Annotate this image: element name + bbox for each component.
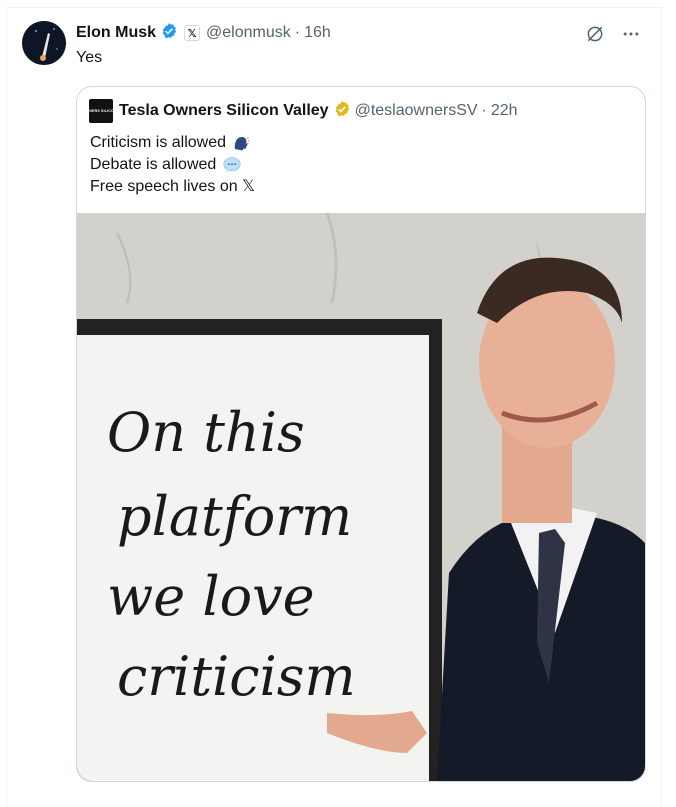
quoted-line: Free speech lives on 𝕏 xyxy=(90,176,255,198)
quoted-line: Criticism is allowed xyxy=(90,132,255,154)
quoted-line-text: Free speech lives on 𝕏 xyxy=(90,178,255,195)
quoted-author-name[interactable]: Tesla Owners Silicon Valley xyxy=(119,102,329,120)
separator-dot: · xyxy=(294,24,301,41)
quoted-header: TESLA OWNERS SILICON VALLEY Tesla Owners… xyxy=(77,99,518,123)
verified-badge-icon xyxy=(160,22,178,45)
author-handle[interactable]: @elonmusk xyxy=(206,24,291,42)
quoted-tweet[interactable]: TESLA OWNERS SILICON VALLEY Tesla Owners… xyxy=(76,86,646,782)
x-affiliate-badge-icon: 𝕏 xyxy=(184,25,201,41)
author-name[interactable]: Elon Musk xyxy=(76,24,156,42)
quoted-line: Debate is allowed xyxy=(90,154,255,176)
tweet-time[interactable]: 16h xyxy=(304,24,331,42)
quoted-text: Criticism is allowed Debate is allowed F… xyxy=(90,132,255,198)
grok-icon[interactable] xyxy=(584,23,606,45)
quoted-time[interactable]: 22h xyxy=(491,102,518,120)
quoted-avatar[interactable]: TESLA OWNERS SILICON VALLEY xyxy=(77,99,132,123)
whiteboard-line: criticism xyxy=(117,645,356,708)
author-avatar[interactable] xyxy=(22,21,66,65)
verified-gold-badge-icon xyxy=(333,100,351,123)
whiteboard-line: On this xyxy=(107,401,305,464)
whiteboard-line: platform xyxy=(117,485,352,548)
speaking-head-icon xyxy=(232,134,250,152)
speech-balloon-icon xyxy=(222,156,241,174)
whiteboard-line: we love xyxy=(107,565,315,628)
quoted-line-text: Criticism is allowed xyxy=(90,134,227,151)
separator-dot: · xyxy=(481,102,487,119)
tweet-header: Elon Musk 𝕏 @elonmusk · 16h xyxy=(76,22,331,44)
tweet-text: Yes xyxy=(76,49,103,66)
quoted-handle[interactable]: @teslaownersSV xyxy=(355,102,478,120)
more-options-icon[interactable] xyxy=(620,23,642,45)
quoted-image[interactable]: On this platform we love criticism xyxy=(77,212,645,781)
tweet-actions xyxy=(584,23,642,45)
quoted-line-text: Debate is allowed xyxy=(90,156,217,173)
